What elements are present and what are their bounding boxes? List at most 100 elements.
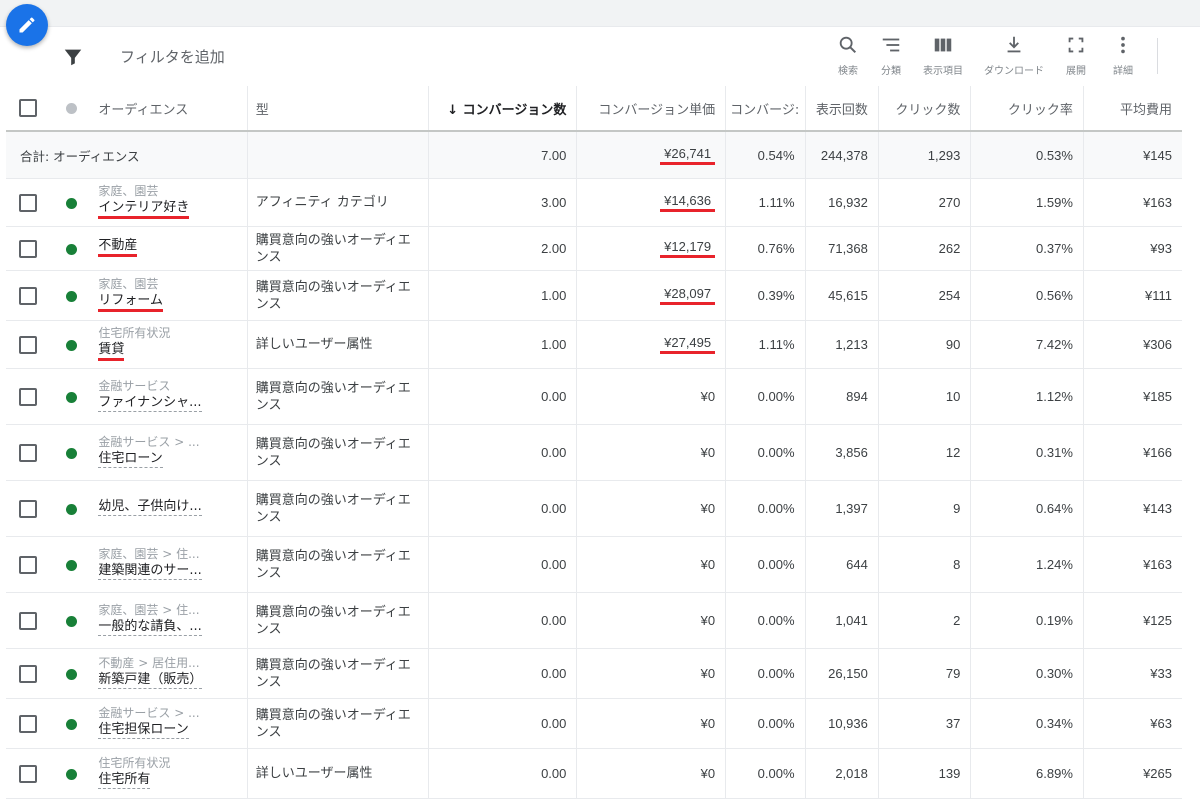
header-avg-cost[interactable]: 平均費用 bbox=[1083, 86, 1182, 132]
audience-type: 購買意向の強いオーディエンス bbox=[247, 424, 429, 481]
table-row[interactable]: 金融サービス > ... 住宅ローン 購買意向の強いオーディエンス 0.00 ¥0 0.0… bbox=[6, 424, 1182, 481]
avg-cost-cell: ¥111 bbox=[1083, 270, 1182, 321]
table-row[interactable]: 不動産 > 居住用... 新築戸建（販売） 購買意向の強いオーディエンス 0.00 ¥0… bbox=[6, 648, 1182, 699]
table-row[interactable]: 住宅所有状況 住宅所有 詳しいユーザー属性 0.00 ¥0 0.00% 2,018 139 6.… bbox=[6, 748, 1182, 799]
more-button[interactable]: 詳細 bbox=[1088, 34, 1158, 77]
conversion-rate-cell: 0.00% bbox=[725, 592, 806, 649]
table-row[interactable]: 家庭、園芸 リフォーム 購買意向の強いオーディエンス 1.00 ¥28,097 0.39%… bbox=[6, 270, 1182, 321]
cost-per-conversion-cell: ¥0 bbox=[576, 592, 727, 649]
row-checkbox[interactable] bbox=[19, 239, 38, 258]
table-row[interactable]: 金融サービス ファイナンシャ... 購買意向の強いオーディエンス 0.00 ¥0 0.00… bbox=[6, 368, 1182, 425]
impressions-cell: 16,932 bbox=[805, 178, 879, 227]
row-checkbox-cell[interactable] bbox=[6, 178, 51, 227]
row-checkbox-cell[interactable] bbox=[6, 592, 51, 649]
audience-name-link[interactable]: 建築関連のサー... bbox=[98, 562, 202, 580]
header-type[interactable]: 型 bbox=[247, 86, 429, 132]
conversions-cell: 0.00 bbox=[428, 648, 578, 699]
audience-name-link[interactable]: 新築戸建（販売） bbox=[98, 671, 203, 689]
edit-fab-button[interactable] bbox=[6, 4, 48, 46]
audience-cell: 不動産 > 居住用... 新築戸建（販売） bbox=[92, 648, 248, 699]
audience-cell: 金融サービス > ... 住宅担保ローン bbox=[92, 698, 248, 749]
audience-name-link[interactable]: 住宅所有 bbox=[98, 771, 151, 789]
cost-per-conversion-value: ¥14,636 bbox=[660, 193, 716, 212]
audience-type: アフィニティ カテゴリ bbox=[247, 178, 429, 227]
header-audience[interactable]: オーディエンス bbox=[92, 86, 248, 132]
audience-name-link[interactable]: 不動産 bbox=[98, 237, 138, 257]
header-impressions[interactable]: 表示回数 bbox=[805, 86, 879, 132]
clicks-cell: 9 bbox=[878, 480, 972, 537]
row-checkbox-cell[interactable] bbox=[6, 320, 51, 369]
audience-category: 住宅所有状況 bbox=[98, 755, 171, 770]
select-all-checkbox[interactable] bbox=[19, 99, 38, 117]
row-checkbox[interactable] bbox=[19, 335, 38, 354]
audience-name-link[interactable]: 賃貸 bbox=[98, 341, 125, 361]
conversion-rate-cell: 0.00% bbox=[725, 698, 806, 749]
total-cost-per-conversion: ¥26,741 bbox=[660, 146, 716, 165]
row-checkbox-cell[interactable] bbox=[6, 270, 51, 321]
row-checkbox-cell[interactable] bbox=[6, 536, 51, 593]
conversion-rate-cell: 1.11% bbox=[725, 320, 806, 369]
audience-type: 購買意向の強いオーディエンス bbox=[247, 226, 429, 271]
table-row[interactable]: 幼児、子供向け... 購買意向の強いオーディエンス 0.00 ¥0 0.00% 1,397… bbox=[6, 480, 1182, 537]
row-checkbox[interactable] bbox=[19, 387, 38, 406]
header-ctr[interactable]: クリック率 bbox=[970, 86, 1084, 132]
audience-name-link[interactable]: 一般的な請負、... bbox=[98, 618, 202, 636]
columns-button[interactable]: 表示項目 bbox=[908, 34, 978, 77]
row-checkbox[interactable] bbox=[19, 764, 38, 783]
audience-category: 家庭、園芸 > 住... bbox=[98, 546, 200, 561]
row-checkbox-cell[interactable] bbox=[6, 368, 51, 425]
cost-per-conversion-value: ¥0 bbox=[700, 766, 716, 781]
audience-name-link[interactable]: ファイナンシャ... bbox=[98, 394, 202, 412]
row-checkbox[interactable] bbox=[19, 499, 38, 518]
row-checkbox-cell[interactable] bbox=[6, 480, 51, 537]
filter-icon[interactable] bbox=[62, 46, 84, 68]
conversions-cell: 1.00 bbox=[428, 320, 578, 369]
header-conversions[interactable]: ↓ コンバージョン数 bbox=[428, 86, 578, 132]
table-row[interactable]: 不動産 購買意向の強いオーディエンス 2.00 ¥12,179 0.76% 71,368 2… bbox=[6, 226, 1182, 271]
table-row[interactable]: 家庭、園芸 > 住... 一般的な請負、... 購買意向の強いオーディエンス 0.00… bbox=[6, 592, 1182, 649]
row-checkbox-cell[interactable] bbox=[6, 698, 51, 749]
clicks-cell: 8 bbox=[878, 536, 972, 593]
table-row[interactable]: 家庭、園芸 インテリア好き アフィニティ カテゴリ 3.00 ¥14,636 1.11% 1… bbox=[6, 178, 1182, 227]
row-checkbox[interactable] bbox=[19, 555, 38, 574]
download-button[interactable]: ダウンロード bbox=[979, 34, 1049, 77]
header-conversion-rate[interactable]: コンバージ: bbox=[725, 86, 806, 132]
select-all-cell[interactable] bbox=[6, 86, 51, 132]
enabled-status-icon bbox=[65, 769, 77, 780]
conversion-rate-cell: 0.00% bbox=[725, 368, 806, 425]
row-checkbox-cell[interactable] bbox=[6, 748, 51, 799]
avg-cost-cell: ¥265 bbox=[1083, 748, 1182, 799]
table-row[interactable]: 家庭、園芸 > 住... 建築関連のサー... 購買意向の強いオーディエンス 0.00… bbox=[6, 536, 1182, 593]
header-row: オーディエンス 型 ↓ コンバージョン数 コンバージョン単価 コンバージ: 表示… bbox=[6, 86, 1182, 132]
columns-button-label: 表示項目 bbox=[923, 66, 963, 77]
row-checkbox[interactable] bbox=[19, 443, 38, 462]
avg-cost-cell: ¥185 bbox=[1083, 368, 1182, 425]
row-checkbox[interactable] bbox=[19, 664, 38, 683]
row-status-cell bbox=[50, 592, 93, 649]
row-checkbox[interactable] bbox=[19, 286, 38, 305]
add-filter-button[interactable]: フィルタを追加 bbox=[120, 46, 225, 67]
audience-name-link[interactable]: インテリア好き bbox=[98, 199, 190, 219]
row-checkbox-cell[interactable] bbox=[6, 648, 51, 699]
ctr-cell: 0.37% bbox=[970, 226, 1084, 271]
ctr-cell: 1.24% bbox=[970, 536, 1084, 593]
row-checkbox-cell[interactable] bbox=[6, 226, 51, 271]
row-checkbox[interactable] bbox=[19, 611, 38, 630]
impressions-cell: 10,936 bbox=[805, 698, 879, 749]
table-row[interactable]: 住宅所有状況 賃貸 詳しいユーザー属性 1.00 ¥27,495 1.11% 1,213 90… bbox=[6, 320, 1182, 369]
enabled-status-icon bbox=[65, 669, 77, 680]
row-checkbox[interactable] bbox=[19, 714, 38, 733]
impressions-cell: 1,397 bbox=[805, 480, 879, 537]
header-clicks[interactable]: クリック数 bbox=[878, 86, 972, 132]
header-cost-per-conversion[interactable]: コンバージョン単価 bbox=[576, 86, 727, 132]
audience-type: 購買意向の強いオーディエンス bbox=[247, 536, 429, 593]
audience-name-link[interactable]: 住宅ローン bbox=[98, 450, 163, 468]
audience-type: 購買意向の強いオーディエンス bbox=[247, 480, 429, 537]
conversion-rate-cell: 0.00% bbox=[725, 480, 806, 537]
row-checkbox-cell[interactable] bbox=[6, 424, 51, 481]
table-row[interactable]: 金融サービス > ... 住宅担保ローン 購買意向の強いオーディエンス 0.00 ¥0 0… bbox=[6, 698, 1182, 749]
audience-name-link[interactable]: 幼児、子供向け... bbox=[98, 498, 202, 516]
row-checkbox[interactable] bbox=[19, 193, 38, 212]
audience-name-link[interactable]: 住宅担保ローン bbox=[98, 721, 189, 739]
audience-name-link[interactable]: リフォーム bbox=[98, 292, 164, 312]
